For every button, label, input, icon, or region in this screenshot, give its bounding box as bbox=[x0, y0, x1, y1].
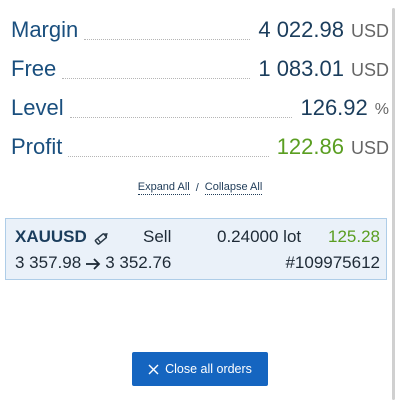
level-unit: % bbox=[374, 101, 389, 118]
arrow-right-icon bbox=[85, 256, 101, 270]
margin-label: Margin bbox=[11, 17, 79, 42]
margin-value: 4 022.98 bbox=[258, 17, 344, 42]
expand-collapse-controls: Expand All / Collapse All bbox=[0, 181, 400, 196]
order-symbol: XAUUSD bbox=[15, 227, 87, 246]
level-leader bbox=[69, 116, 293, 118]
free-value: 1 083.01 bbox=[258, 56, 344, 81]
profit-label: Profit bbox=[11, 134, 63, 159]
profit-leader bbox=[68, 155, 269, 157]
order-summary-line: XAUUSD Sell 0.24000 lot 125.28 bbox=[15, 227, 380, 249]
trade-screen: Margin 4 022.98 USD Free 1 083.01 USD Le… bbox=[0, 0, 400, 400]
scrollbar[interactable] bbox=[392, 8, 395, 400]
profit-value: 122.86 bbox=[276, 134, 344, 159]
order-row[interactable]: XAUUSD Sell 0.24000 lot 125.28 3 357.98 bbox=[5, 218, 387, 280]
margin-unit: USD bbox=[350, 21, 389, 41]
level-row: Level 126.92 % bbox=[11, 84, 389, 123]
close-all-orders-button[interactable]: Close all orders bbox=[132, 352, 268, 386]
account-summary: Margin 4 022.98 USD Free 1 083.01 USD Le… bbox=[11, 6, 389, 162]
margin-row: Margin 4 022.98 USD bbox=[11, 6, 389, 45]
order-side: Sell bbox=[143, 227, 172, 246]
margin-leader bbox=[84, 38, 251, 40]
order-ticket: #109975612 bbox=[285, 253, 380, 272]
close-all-label: Close all orders bbox=[165, 362, 252, 376]
level-value: 126.92 bbox=[300, 95, 368, 120]
order-price-line: 3 357.98 3 352.76 #109975612 bbox=[15, 253, 380, 275]
expand-all-link[interactable]: Expand All bbox=[137, 181, 190, 196]
level-label: Level bbox=[11, 95, 64, 120]
pencil-edit-icon[interactable] bbox=[93, 229, 111, 247]
order-prices: 3 357.98 3 352.76 bbox=[15, 253, 171, 273]
order-volume: 0.24000 lot bbox=[217, 227, 302, 246]
free-label: Free bbox=[11, 56, 57, 81]
free-row: Free 1 083.01 USD bbox=[11, 45, 389, 84]
collapse-all-link[interactable]: Collapse All bbox=[204, 181, 263, 196]
open-price: 3 357.98 bbox=[15, 253, 82, 272]
close-icon bbox=[148, 364, 159, 375]
current-price: 3 352.76 bbox=[105, 253, 172, 272]
free-unit: USD bbox=[350, 60, 389, 80]
profit-row: Profit 122.86 USD bbox=[11, 123, 389, 162]
expand-separator: / bbox=[195, 182, 199, 195]
order-profit: 125.28 bbox=[328, 227, 380, 246]
profit-unit: USD bbox=[350, 138, 389, 158]
free-leader bbox=[62, 77, 251, 79]
